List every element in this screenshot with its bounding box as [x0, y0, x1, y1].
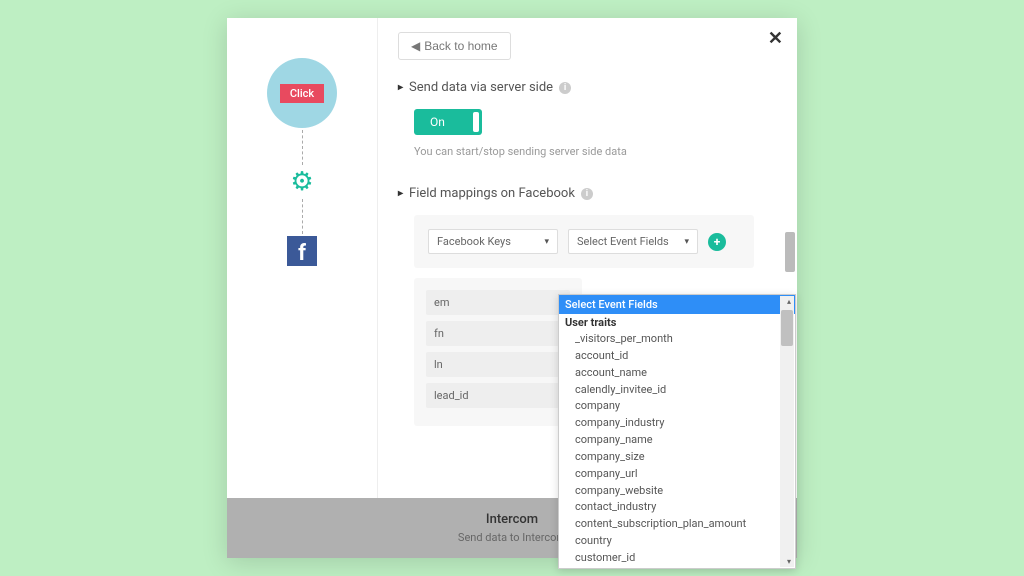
- dropdown-item[interactable]: country: [559, 533, 795, 550]
- footer-sub: Send data to Intercom: [458, 531, 566, 544]
- facebook-icon: f: [287, 236, 317, 266]
- select-label: Select Event Fields: [577, 235, 669, 248]
- chevron-right-icon: ▸: [398, 188, 403, 199]
- dropdown-group-label: User traits: [559, 314, 795, 331]
- chevron-down-icon: ▾: [544, 237, 549, 247]
- dropdown-item[interactable]: company_website: [559, 483, 795, 500]
- add-mapping-button[interactable]: +: [708, 233, 726, 251]
- scroll-down-icon[interactable]: ▾: [787, 557, 791, 566]
- footer-title: Intercom: [486, 512, 538, 527]
- info-icon[interactable]: i: [581, 188, 593, 200]
- section-field-mappings[interactable]: ▸ Field mappings on Facebook i: [398, 186, 777, 201]
- select-label: Facebook Keys: [437, 235, 511, 248]
- dropdown-items: _visitors_per_monthaccount_idaccount_nam…: [559, 331, 795, 569]
- gear-node: ⚙: [287, 167, 317, 197]
- mapped-key-item[interactable]: fn: [426, 321, 570, 346]
- dropdown-item[interactable]: company_url: [559, 466, 795, 483]
- flow-sidebar: Click ⚙ f: [227, 18, 377, 498]
- click-node: Click: [267, 58, 337, 128]
- section-server-side[interactable]: ▸ Send data via server side i: [398, 80, 777, 95]
- dropdown-selected[interactable]: Select Event Fields: [559, 295, 795, 314]
- dropdown-scrollbar[interactable]: ▴ ▾: [780, 296, 794, 567]
- dropdown-item[interactable]: company: [559, 398, 795, 415]
- dropdown-scrollbar-thumb[interactable]: [781, 310, 793, 346]
- scroll-up-icon[interactable]: ▴: [787, 297, 791, 306]
- chevron-down-icon: ▾: [684, 237, 689, 247]
- dropdown-item[interactable]: calendly_invitee_id: [559, 382, 795, 399]
- chevron-right-icon: ▸: [398, 82, 403, 93]
- back-home-button[interactable]: ◀ Back to home: [398, 32, 511, 60]
- chevron-left-icon: ◀: [411, 39, 420, 53]
- mapped-key-item[interactable]: lead_id: [426, 383, 570, 408]
- mapped-key-item[interactable]: ln: [426, 352, 570, 377]
- toggle-handle: [473, 112, 479, 132]
- connector-line: [302, 199, 303, 234]
- event-fields-select[interactable]: Select Event Fields ▾: [568, 229, 698, 254]
- dropdown-item[interactable]: account_name: [559, 365, 795, 382]
- mapping-row: Facebook Keys ▾ Select Event Fields ▾ +: [414, 215, 754, 268]
- server-side-note: You can start/stop sending server side d…: [414, 145, 777, 158]
- click-badge: Click: [280, 84, 324, 103]
- dropdown-item[interactable]: company_industry: [559, 415, 795, 432]
- mapped-key-item[interactable]: em: [426, 290, 570, 315]
- back-label: Back to home: [424, 39, 497, 53]
- event-fields-dropdown: Select Event Fields User traits _visitor…: [558, 294, 796, 569]
- close-icon[interactable]: ✕: [768, 28, 783, 49]
- dropdown-item[interactable]: contact_industry: [559, 499, 795, 516]
- dropdown-item[interactable]: customer_id: [559, 550, 795, 567]
- section-title: Field mappings on Facebook: [409, 186, 575, 201]
- section-title: Send data via server side: [409, 80, 553, 95]
- dropdown-item[interactable]: company_name: [559, 432, 795, 449]
- gear-icon: ⚙: [290, 167, 313, 197]
- dropdown-item[interactable]: content_subscription_plan_amount: [559, 516, 795, 533]
- dropdown-item[interactable]: _visitors_per_month: [559, 331, 795, 348]
- mapped-keys-list: em fn ln lead_id: [414, 278, 582, 426]
- dropdown-item[interactable]: account_id: [559, 348, 795, 365]
- facebook-keys-select[interactable]: Facebook Keys ▾: [428, 229, 558, 254]
- scrollbar-thumb[interactable]: [785, 232, 795, 272]
- server-side-toggle[interactable]: On: [414, 109, 482, 135]
- toggle-label: On: [430, 115, 445, 129]
- connector-line: [302, 130, 303, 165]
- dropdown-item[interactable]: deal_amount: [559, 567, 795, 569]
- dropdown-item[interactable]: company_size: [559, 449, 795, 466]
- info-icon[interactable]: i: [559, 82, 571, 94]
